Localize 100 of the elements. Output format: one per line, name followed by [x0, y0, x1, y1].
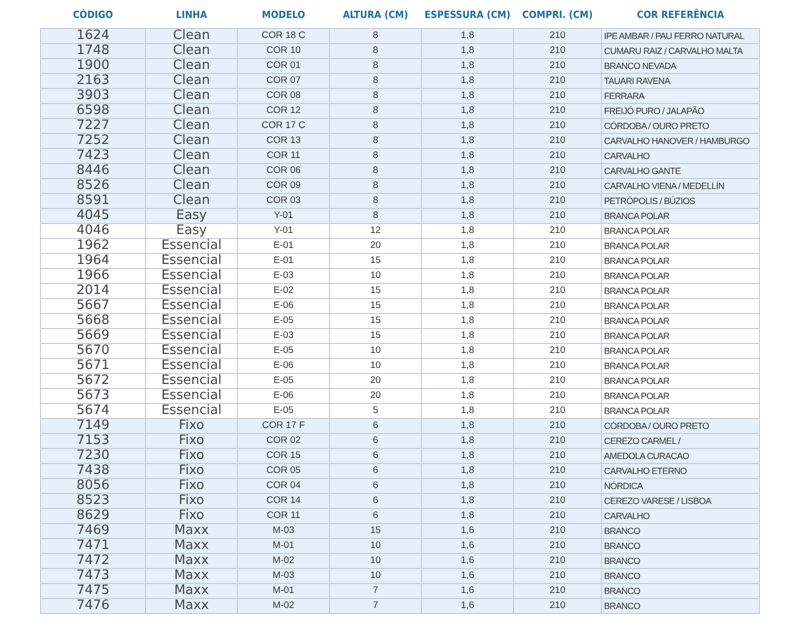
table-cell: 8: [330, 178, 422, 193]
table-cell: 1,8: [422, 148, 514, 163]
table-cell: Fixo: [146, 433, 238, 448]
table-cell: 1,8: [422, 298, 514, 313]
table-cell: E-06: [238, 388, 330, 403]
table-cell: Clean: [146, 163, 238, 178]
table-cell: 1,8: [422, 313, 514, 328]
table-cell: 1962: [40, 238, 146, 253]
table-cell: Clean: [146, 148, 238, 163]
table-cell: 1,8: [422, 343, 514, 358]
table-cell: 210: [514, 163, 602, 178]
table-cell: 10: [330, 343, 422, 358]
table-cell: CÓRDOBA / OURO PRETO: [602, 418, 760, 433]
table-cell: 10: [330, 268, 422, 283]
table-cell: 210: [514, 148, 602, 163]
table-cell: 10: [330, 538, 422, 553]
table-cell: 210: [514, 553, 602, 568]
table-cell: BRANCO: [602, 568, 760, 583]
table-cell: COR 09: [238, 178, 330, 193]
table-cell: 210: [514, 343, 602, 358]
table-cell: COR 02: [238, 433, 330, 448]
table-cell: BRANCA POLAR: [602, 358, 760, 373]
table-cell: CÓRDOBA / OURO PRETO: [602, 118, 760, 133]
table-cell: 210: [514, 313, 602, 328]
table-cell: 210: [514, 523, 602, 538]
table-cell: 7153: [40, 433, 146, 448]
table-cell: 5668: [40, 313, 146, 328]
table-cell: BRANCA POLAR: [602, 253, 760, 268]
table-cell: M-03: [238, 523, 330, 538]
table-cell: Fixo: [146, 463, 238, 478]
table-cell: 210: [514, 193, 602, 208]
table-cell: COR 15: [238, 448, 330, 463]
table-cell: COR 14: [238, 493, 330, 508]
table-cell: 6: [330, 433, 422, 448]
table-cell: 7227: [40, 118, 146, 133]
table-cell: BRANCA POLAR: [602, 313, 760, 328]
table-cell: 210: [514, 88, 602, 103]
table-cell: 5669: [40, 328, 146, 343]
table-cell: COR 05: [238, 463, 330, 478]
table-cell: BRANCA POLAR: [602, 403, 760, 418]
table-cell: Clean: [146, 178, 238, 193]
table-cell: 7472: [40, 553, 146, 568]
table-cell: 6: [330, 478, 422, 493]
table-cell: BRANCA POLAR: [602, 373, 760, 388]
table-cell: 6: [330, 448, 422, 463]
table-cell: Clean: [146, 88, 238, 103]
table-cell: 8526: [40, 178, 146, 193]
table-cell: Essencial: [146, 268, 238, 283]
table-cell: 8: [330, 88, 422, 103]
table-cell: 7230: [40, 448, 146, 463]
column-header: COR REFERÊNCIA: [602, 4, 760, 28]
table-cell: 8523: [40, 493, 146, 508]
table-cell: BRANCO: [602, 523, 760, 538]
table-cell: 1,6: [422, 598, 514, 613]
table-cell: 3903: [40, 88, 146, 103]
table-cell: BRANCA POLAR: [602, 268, 760, 283]
table-cell: M-01: [238, 538, 330, 553]
table-cell: Maxx: [146, 553, 238, 568]
table-cell: 10: [330, 568, 422, 583]
table-cell: 1,8: [422, 208, 514, 223]
table-cell: 1,8: [422, 328, 514, 343]
table-cell: 210: [514, 58, 602, 73]
table-cell: BRANCO: [602, 553, 760, 568]
table-cell: 5673: [40, 388, 146, 403]
table-cell: COR 04: [238, 478, 330, 493]
table-cell: 210: [514, 418, 602, 433]
table-cell: E-01: [238, 253, 330, 268]
table-cell: 210: [514, 328, 602, 343]
table-cell: Fixo: [146, 493, 238, 508]
table-cell: Essencial: [146, 343, 238, 358]
table-cell: COR 17 C: [238, 118, 330, 133]
table-cell: Fixo: [146, 478, 238, 493]
table-cell: 210: [514, 28, 602, 43]
table-cell: Clean: [146, 118, 238, 133]
table-cell: 7471: [40, 538, 146, 553]
table-cell: 20: [330, 373, 422, 388]
table-cell: Clean: [146, 103, 238, 118]
table-cell: 210: [514, 403, 602, 418]
table-cell: 210: [514, 298, 602, 313]
table-cell: 1,6: [422, 523, 514, 538]
table-cell: M-01: [238, 583, 330, 598]
table-cell: 1,8: [422, 43, 514, 58]
table-cell: TAUARI RAVENA: [602, 73, 760, 88]
table-cell: 210: [514, 268, 602, 283]
table-cell: 8: [330, 148, 422, 163]
table-cell: 210: [514, 478, 602, 493]
table-cell: 6: [330, 418, 422, 433]
table-cell: COR 06: [238, 163, 330, 178]
table-cell: 2014: [40, 283, 146, 298]
table-cell: E-05: [238, 373, 330, 388]
table-cell: COR 17 F: [238, 418, 330, 433]
table-cell: 6: [330, 493, 422, 508]
table-cell: 8: [330, 193, 422, 208]
table-cell: 7476: [40, 598, 146, 613]
table-cell: 8591: [40, 193, 146, 208]
table-cell: 1,8: [422, 28, 514, 43]
table-cell: 1,8: [422, 433, 514, 448]
table-cell: 5674: [40, 403, 146, 418]
table-cell: 210: [514, 508, 602, 523]
table-cell: 210: [514, 223, 602, 238]
